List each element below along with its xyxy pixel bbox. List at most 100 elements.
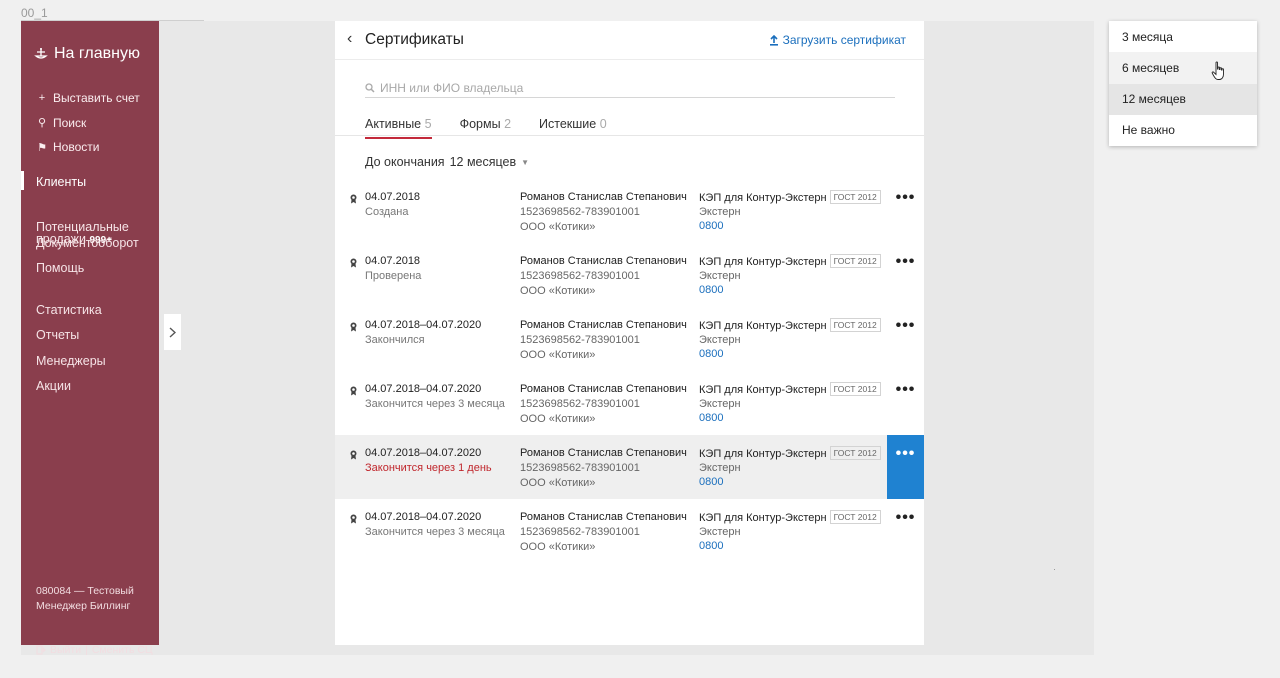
service-center-code-link[interactable]: 0800 [699, 219, 881, 233]
home-link[interactable]: На главную [34, 45, 140, 63]
owner-inn: 1523698562-783901001 [520, 526, 640, 538]
seal-graphic [350, 194, 357, 204]
logout-icon [36, 645, 46, 655]
service-center-code-link[interactable]: 0800 [699, 411, 881, 425]
product-name: КЭП для Контур-Экстерн [699, 448, 827, 460]
seal-graphic [350, 386, 357, 396]
cert-owner-cell: Романов Станислав Степанович 1523698562-7… [520, 190, 687, 235]
sidebar-action-2[interactable]: ⚑ Новости [36, 135, 140, 160]
dropdown-option[interactable]: 12 месяцев [1109, 83, 1257, 115]
back-chevron-icon[interactable]: ‹ [347, 30, 352, 48]
dropdown-option[interactable]: Не важно [1109, 115, 1257, 146]
tab-0[interactable]: Активные 5 [365, 117, 432, 139]
owner-org: ООО «Котики» [520, 477, 596, 489]
cert-date: 04.07.2018–04.07.2020 [365, 447, 482, 459]
owner-inn: 1523698562-783901001 [520, 398, 640, 410]
product-sub: Экстерн [699, 462, 741, 474]
sidebar-action-label: Выставить счет [53, 91, 140, 106]
stray-pixel [1054, 569, 1055, 570]
table-row: 04.07.2018 Создана Романов Станислав Степа… [335, 179, 924, 243]
owner-org: ООО «Котики» [520, 541, 596, 553]
sidebar-item-nav_tertiary-0[interactable]: Статистика [36, 297, 158, 323]
service-center-code-link[interactable]: 0800 [699, 539, 881, 553]
table-row: 04.07.2018–04.07.2020 Закончится через 3 … [335, 371, 924, 435]
search-input[interactable] [380, 80, 880, 95]
tab-label: Истекшие [539, 117, 597, 131]
sidebar-item-nav_secondary-1[interactable]: Помощь [36, 256, 158, 282]
cert-product-cell: КЭП для Контур-Экстерн ГОСТ 2012 Экстерн 08… [699, 254, 881, 297]
filter-label: До окончания [365, 155, 445, 169]
cert-status: Закончится через 3 месяца [365, 398, 505, 410]
service-center-code-link[interactable]: 0800 [699, 347, 881, 361]
gost-badge: ГОСТ 2012 [829, 190, 881, 204]
tab-1[interactable]: Формы 2 [460, 117, 511, 137]
user-line-2: Менеджер Биллинг [36, 600, 131, 612]
more-actions-button[interactable]: ••• [887, 307, 924, 371]
dropdown-option[interactable]: 6 месяцев [1109, 52, 1257, 84]
logout-link[interactable]: Выйти [50, 643, 81, 658]
upload-label: Загрузить сертификат [782, 33, 906, 47]
sidebar-collapse-toggle[interactable] [164, 314, 181, 350]
cert-product-cell: КЭП для Контур-Экстерн ГОСТ 2012 Экстерн 08… [699, 382, 881, 425]
product-sub: Экстерн [699, 334, 741, 346]
cert-date: 04.07.2018–04.07.2020 [365, 319, 482, 331]
tab-count: 2 [504, 117, 512, 131]
product-line: КЭП для Контур-Экстерн ГОСТ 2012 [699, 446, 881, 461]
cert-owner-cell: Романов Станислав Степанович 1523698562-7… [520, 254, 687, 299]
sidebar-item-nav_primary-0[interactable]: Клиенты [36, 169, 158, 195]
service-center-code-link[interactable]: 0800 [699, 283, 881, 297]
cert-date: 04.07.2018–04.07.2020 [365, 383, 482, 395]
sidebar-item-nav_tertiary-2[interactable]: Менеджеры [36, 348, 158, 374]
footer-separator: | [85, 643, 88, 656]
sidebar-action-0[interactable]: + Выставить счет [36, 86, 140, 111]
tab-label: Активные [365, 117, 422, 131]
owner-name: Романов Станислав Степанович [520, 191, 687, 203]
switch-sc-link[interactable]: Сменить СЦ [92, 643, 153, 658]
cert-status: Проверена [365, 270, 422, 282]
upload-certificate-button[interactable]: Загрузить сертификат [769, 33, 906, 47]
more-actions-button[interactable]: ••• [887, 243, 924, 307]
sidebar-item-nav_tertiary-1[interactable]: Отчеты [36, 323, 158, 349]
product-name: КЭП для Контур-Экстерн [699, 320, 827, 332]
more-actions-button[interactable]: ••• [887, 179, 924, 243]
filter-value: 12 месяцев [449, 155, 517, 169]
owner-name: Романов Станислав Степанович [520, 511, 687, 523]
more-actions-button[interactable]: ••• [887, 435, 924, 499]
more-actions-button[interactable]: ••• [887, 371, 924, 435]
seal-graphic [350, 450, 357, 460]
tab-label: Формы [459, 117, 501, 131]
hand-cursor-icon [1211, 61, 1224, 80]
cert-validity-cell: 04.07.2018 Проверена [365, 254, 421, 284]
frame-label: 00_1 [21, 6, 48, 20]
owner-org: ООО «Котики» [520, 285, 596, 297]
cert-owner-cell: Романов Станислав Степанович 1523698562-7… [520, 382, 687, 427]
dropdown-option[interactable]: 3 месяца [1109, 21, 1257, 52]
active-item-indicator [21, 171, 24, 190]
cert-product-cell: КЭП для Контур-Экстерн ГОСТ 2012 Экстерн 08… [699, 510, 881, 553]
upload-icon [769, 34, 778, 46]
gost-badge: ГОСТ 2012 [829, 510, 881, 524]
flag-icon: ⚑ [37, 141, 47, 154]
owner-inn: 1523698562-783901001 [520, 270, 640, 282]
product-sub: Экстерн [699, 398, 741, 410]
sidebar-item-nav_tertiary-3[interactable]: Акции [36, 374, 158, 400]
more-actions-button[interactable]: ••• [887, 499, 924, 563]
sidebar-action-1[interactable]: ⚲ Поиск [36, 111, 140, 136]
cert-status: Закончится через 1 день [365, 462, 492, 474]
sidebar: На главную + Выставить счет ⚲ Поиск ⚑ Новости… [21, 21, 159, 656]
sidebar-item-nav_secondary-0[interactable]: Документооборот [36, 230, 158, 256]
product-sub: Экстерн [699, 206, 741, 218]
panel-header: ‹ Сертификаты Загрузить сертификат [335, 21, 924, 60]
table-row: 04.07.2018 Проверена Романов Станислав Сте… [335, 243, 924, 307]
sidebar-footer: 080084 — Тестовый Менеджер Биллинг Выйти… [36, 584, 153, 678]
certificate-seal-icon [349, 383, 358, 396]
service-center-code-link[interactable]: 0800 [699, 475, 881, 489]
certificate-seal-icon [349, 511, 358, 524]
seal-graphic [350, 258, 357, 268]
tab-2[interactable]: Истекшие 0 [539, 117, 607, 137]
user-line-1: 080084 — Тестовый [36, 585, 134, 597]
cert-validity-cell: 04.07.2018–04.07.2020 Закончится через 3 … [365, 382, 505, 412]
expiry-filter[interactable]: До окончания 12 месяцев ▼ [365, 155, 529, 169]
tabs: Активные 5 Формы 2 Истекшие 0 [365, 117, 607, 139]
product-line: КЭП для Контур-Экстерн ГОСТ 2012 [699, 190, 881, 205]
